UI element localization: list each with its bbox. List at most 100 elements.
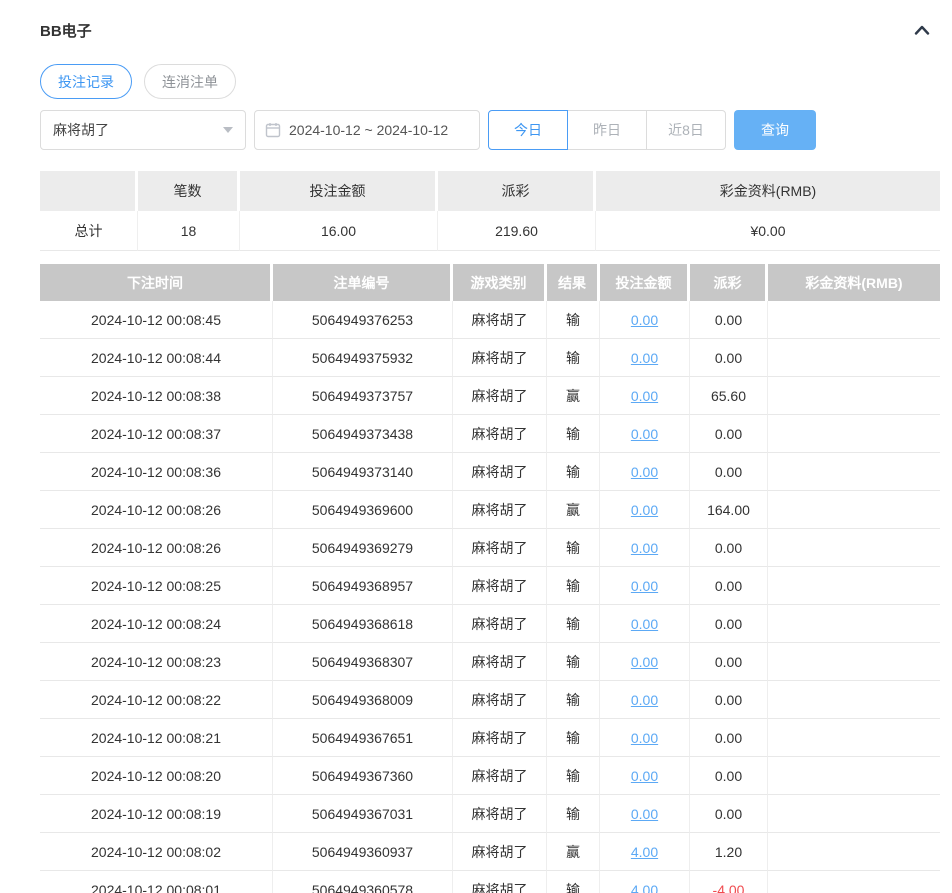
bet-amount-link[interactable]: 0.00 — [631, 426, 658, 442]
payout-cell: 0.00 — [690, 301, 768, 339]
summary-header-count: 笔数 — [138, 171, 240, 211]
game-type-cell: 麻将胡了 — [453, 377, 547, 415]
bet-amount-link[interactable]: 0.00 — [631, 350, 658, 366]
bet-time-cell: 2024-10-12 00:08:23 — [40, 643, 273, 681]
bet-id-cell: 5064949367651 — [273, 719, 453, 757]
bonus-cell — [768, 415, 940, 453]
bet-amount-link[interactable]: 0.00 — [631, 806, 658, 822]
header-bonus: 彩金资料(RMB) — [768, 264, 940, 301]
summary-total-payout: 219.60 — [438, 211, 596, 251]
bet-amount-link[interactable]: 0.00 — [631, 578, 658, 594]
table-row: 2024-10-12 00:08:36 5064949373140 麻将胡了输 0.0… — [40, 453, 940, 491]
result-cell: 输 — [547, 339, 600, 377]
bet-amount-link[interactable]: 4.00 — [631, 882, 658, 893]
header-result: 结果 — [547, 264, 600, 301]
bet-amount-link[interactable]: 0.00 — [631, 768, 658, 784]
bonus-cell — [768, 871, 940, 893]
chevron-down-icon — [223, 127, 233, 133]
bet-amount-link[interactable]: 0.00 — [631, 540, 658, 556]
bet-amount-cell: 0.00 — [600, 605, 690, 643]
bet-amount-cell: 0.00 — [600, 453, 690, 491]
bonus-cell — [768, 339, 940, 377]
page: BB电子 投注记录 连消注单 麻将胡了 2024-10-12 ~ 2024-10… — [0, 0, 952, 893]
bonus-cell — [768, 605, 940, 643]
bonus-cell — [768, 567, 940, 605]
records-header-row: 下注时间 注单编号 游戏类别 结果 投注金额 派彩 彩金资料(RMB) — [40, 264, 940, 301]
bet-amount-cell: 0.00 — [600, 567, 690, 605]
game-select[interactable]: 麻将胡了 — [40, 110, 246, 150]
bet-amount-link[interactable]: 0.00 — [631, 654, 658, 670]
bet-time-cell: 2024-10-12 00:08:26 — [40, 529, 273, 567]
bet-id-cell: 5064949373438 — [273, 415, 453, 453]
payout-cell: 0.00 — [690, 795, 768, 833]
bet-amount-cell: 0.00 — [600, 491, 690, 529]
summary-total-row: 总计 18 16.00 219.60 ¥0.00 — [40, 211, 940, 251]
bet-amount-cell: 0.00 — [600, 301, 690, 339]
bet-amount-link[interactable]: 4.00 — [631, 844, 658, 860]
bonus-cell — [768, 301, 940, 339]
summary-header-bonus: 彩金资料(RMB) — [596, 171, 940, 211]
game-type-cell: 麻将胡了 — [453, 529, 547, 567]
last-8-days-button[interactable]: 近8日 — [646, 110, 726, 150]
result-cell: 输 — [547, 871, 600, 893]
bonus-cell — [768, 757, 940, 795]
payout-cell: 0.00 — [690, 339, 768, 377]
table-row: 2024-10-12 00:08:01 5064949360578 麻将胡了输 4.0… — [40, 871, 940, 893]
game-type-cell: 麻将胡了 — [453, 453, 547, 491]
header-bet-time: 下注时间 — [40, 264, 273, 301]
bet-id-cell: 5064949368009 — [273, 681, 453, 719]
calendar-icon — [265, 122, 281, 138]
table-row: 2024-10-12 00:08:02 5064949360937 麻将胡了赢 4.0… — [40, 833, 940, 871]
bet-amount-link[interactable]: 0.00 — [631, 312, 658, 328]
search-button[interactable]: 查询 — [734, 110, 816, 150]
summary-total-label: 总计 — [40, 211, 138, 251]
payout-cell: 0.00 — [690, 567, 768, 605]
result-cell: 输 — [547, 719, 600, 757]
page-title: BB电子 — [40, 22, 92, 40]
table-row: 2024-10-12 00:08:19 5064949367031 麻将胡了输 0.0… — [40, 795, 940, 833]
summary-header-bet-amount: 投注金额 — [240, 171, 438, 211]
date-range-picker[interactable]: 2024-10-12 ~ 2024-10-12 — [254, 110, 480, 150]
tab-cancelled-bets[interactable]: 连消注单 — [144, 64, 236, 99]
summary-header-blank — [40, 171, 138, 211]
bonus-cell — [768, 453, 940, 491]
header-bet-amount: 投注金额 — [600, 264, 690, 301]
bet-time-cell: 2024-10-12 00:08:02 — [40, 833, 273, 871]
payout-cell: 164.00 — [690, 491, 768, 529]
yesterday-button[interactable]: 昨日 — [567, 110, 647, 150]
collapse-button[interactable] — [910, 20, 934, 40]
bet-id-cell: 5064949373757 — [273, 377, 453, 415]
result-cell: 输 — [547, 529, 600, 567]
bet-id-cell: 5064949368307 — [273, 643, 453, 681]
bet-amount-link[interactable]: 0.00 — [631, 388, 658, 404]
game-type-cell: 麻将胡了 — [453, 491, 547, 529]
game-type-cell: 麻将胡了 — [453, 567, 547, 605]
summary-total-bonus: ¥0.00 — [596, 211, 940, 251]
bet-amount-link[interactable]: 0.00 — [631, 692, 658, 708]
header-game-type: 游戏类别 — [453, 264, 547, 301]
bet-amount-cell: 0.00 — [600, 795, 690, 833]
bet-amount-link[interactable]: 0.00 — [631, 616, 658, 632]
payout-cell: 0.00 — [690, 681, 768, 719]
today-button[interactable]: 今日 — [488, 110, 568, 150]
filter-bar: 麻将胡了 2024-10-12 ~ 2024-10-12 今日 昨日 近8日 查… — [40, 110, 940, 150]
bet-amount-cell: 0.00 — [600, 529, 690, 567]
bet-amount-link[interactable]: 0.00 — [631, 464, 658, 480]
bet-amount-link[interactable]: 0.00 — [631, 502, 658, 518]
game-type-cell: 麻将胡了 — [453, 833, 547, 871]
tab-bet-records[interactable]: 投注记录 — [40, 64, 132, 99]
result-cell: 赢 — [547, 833, 600, 871]
bonus-cell — [768, 681, 940, 719]
bet-id-cell: 5064949369279 — [273, 529, 453, 567]
game-type-cell: 麻将胡了 — [453, 643, 547, 681]
bonus-cell — [768, 833, 940, 871]
bet-amount-cell: 0.00 — [600, 719, 690, 757]
bet-time-cell: 2024-10-12 00:08:44 — [40, 339, 273, 377]
table-row: 2024-10-12 00:08:21 5064949367651 麻将胡了输 0.0… — [40, 719, 940, 757]
bet-id-cell: 5064949376253 — [273, 301, 453, 339]
bet-amount-link[interactable]: 0.00 — [631, 730, 658, 746]
table-row: 2024-10-12 00:08:38 5064949373757 麻将胡了赢 0.0… — [40, 377, 940, 415]
payout-cell: -4.00 — [690, 871, 768, 893]
payout-cell: 0.00 — [690, 415, 768, 453]
bet-time-cell: 2024-10-12 00:08:21 — [40, 719, 273, 757]
